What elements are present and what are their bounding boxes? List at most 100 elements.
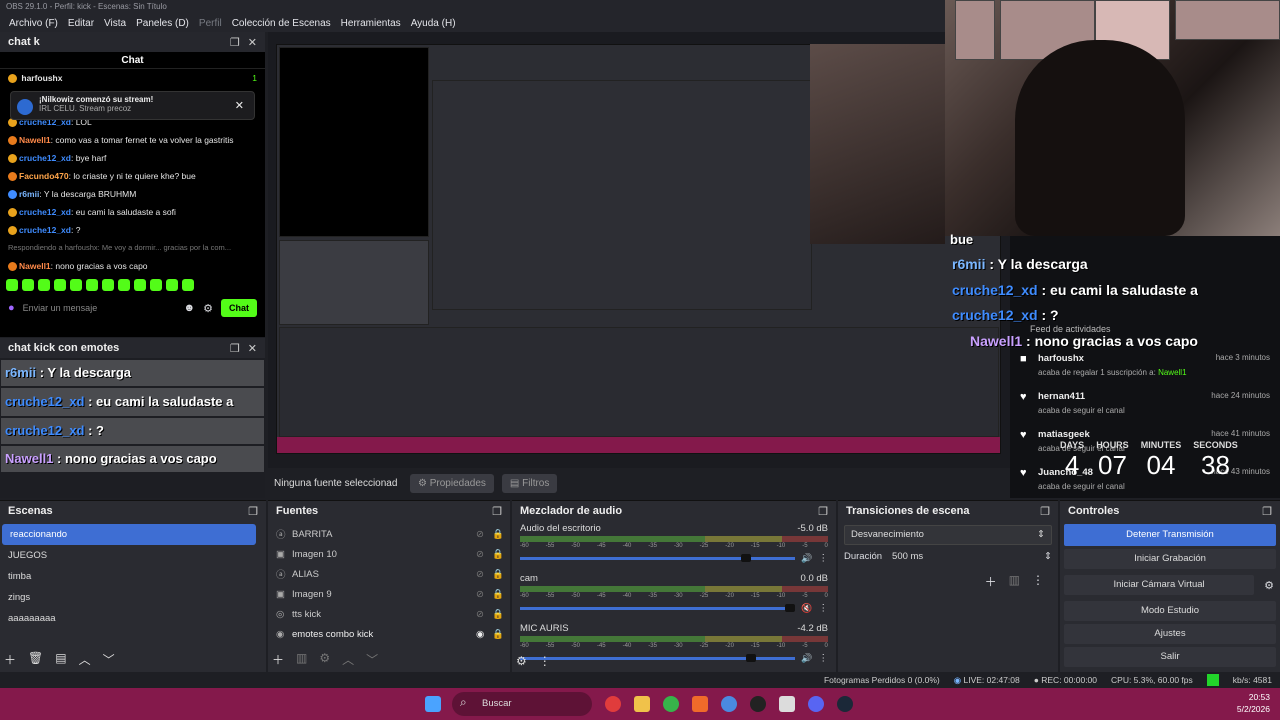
- menu-paneles[interactable]: Paneles (D): [131, 18, 194, 29]
- emote-icon[interactable]: [102, 279, 114, 291]
- system-clock[interactable]: 20:53 5/2/2026: [1237, 691, 1270, 715]
- eye-hidden-icon[interactable]: ⊘: [476, 569, 492, 580]
- chat-user[interactable]: r6mii: [19, 189, 39, 199]
- source-item[interactable]: ◉ emotes combo kick ◉ 🔒: [268, 624, 510, 644]
- undock-icon[interactable]: ❐: [1262, 505, 1272, 518]
- close-icon[interactable]: ✕: [248, 36, 257, 49]
- eye-hidden-icon[interactable]: ⊘: [476, 529, 492, 540]
- spin-icon[interactable]: ⇕: [1044, 551, 1052, 562]
- volume-knob[interactable]: [746, 653, 757, 662]
- mic-icon[interactable]: ●: [8, 302, 15, 314]
- chevron-up-icon[interactable]: ︿: [79, 651, 91, 668]
- volume-knob[interactable]: [740, 553, 751, 562]
- emote-icon[interactable]: [22, 279, 34, 291]
- emote-icon[interactable]: [86, 279, 98, 291]
- eye-hidden-icon[interactable]: ⊘: [476, 609, 492, 620]
- close-icon[interactable]: ✕: [248, 342, 257, 355]
- emote-icon[interactable]: [54, 279, 66, 291]
- undock-icon[interactable]: ❐: [248, 505, 258, 518]
- emote-icon[interactable]: [182, 279, 194, 291]
- menu-perfil[interactable]: Perfil: [194, 18, 227, 29]
- steam-icon[interactable]: [837, 696, 853, 712]
- filters-button[interactable]: ▤ Filtros: [501, 473, 558, 493]
- volume-slider[interactable]: [520, 653, 796, 662]
- undock-icon[interactable]: ❐: [1040, 505, 1050, 518]
- emote-icon[interactable]: [38, 279, 50, 291]
- trash-icon[interactable]: ▥: [296, 651, 307, 668]
- folder-icon[interactable]: [634, 696, 650, 712]
- brave-icon[interactable]: [692, 696, 708, 712]
- muted-speaker-icon[interactable]: 🔇: [801, 603, 812, 614]
- notepad-icon[interactable]: [779, 696, 795, 712]
- opera-icon[interactable]: [605, 696, 621, 712]
- lock-icon[interactable]: 🔒: [492, 589, 504, 600]
- chat-user[interactable]: cruche12_xd: [19, 153, 71, 163]
- virtual-camera-button[interactable]: Iniciar Cámara Virtual: [1064, 575, 1255, 595]
- lock-icon[interactable]: 🔒: [492, 629, 504, 640]
- studio-mode-button[interactable]: Modo Estudio: [1064, 601, 1276, 621]
- send-chat-button[interactable]: Chat: [221, 299, 257, 317]
- settings-button[interactable]: Ajustes: [1064, 624, 1276, 644]
- speaker-icon[interactable]: 🔊: [801, 653, 812, 664]
- taskbar-search[interactable]: Buscar: [452, 692, 592, 716]
- scene-item[interactable]: timba: [0, 566, 266, 587]
- volume-slider[interactable]: [520, 553, 796, 562]
- more-icon[interactable]: ⋮: [539, 654, 551, 668]
- trash-icon[interactable]: 🗑: [28, 651, 43, 668]
- menu-archivo[interactable]: Archivo (F): [4, 18, 63, 29]
- close-icon[interactable]: ✕: [235, 99, 244, 112]
- eye-icon[interactable]: ◉: [476, 629, 492, 640]
- source-item[interactable]: ⓐ ALIAS ⊘ 🔒: [268, 564, 510, 584]
- menu-herramientas[interactable]: Herramientas: [336, 18, 406, 29]
- filter-icon[interactable]: ▤: [55, 651, 66, 668]
- eye-hidden-icon[interactable]: ⊘: [476, 589, 492, 600]
- trash-icon[interactable]: ▥: [1009, 573, 1020, 590]
- app-icon[interactable]: [721, 696, 737, 712]
- undock-icon[interactable]: ❐: [492, 505, 502, 518]
- lock-icon[interactable]: 🔒: [492, 569, 504, 580]
- menu-editar[interactable]: Editar: [63, 18, 99, 29]
- lock-icon[interactable]: 🔒: [492, 529, 504, 540]
- transition-select[interactable]: Desvanecimiento ⇕: [844, 525, 1052, 545]
- undock-icon[interactable]: ❐: [230, 342, 240, 355]
- emote-icon[interactable]: [6, 279, 18, 291]
- start-recording-button[interactable]: Iniciar Grabación: [1064, 549, 1276, 569]
- stop-stream-button[interactable]: Detener Transmisión: [1064, 524, 1276, 546]
- chevron-down-icon[interactable]: ﹀: [103, 651, 115, 668]
- gear-icon[interactable]: ⚙: [516, 654, 527, 668]
- source-item[interactable]: ▣ Imagen 9 ⊘ 🔒: [268, 584, 510, 604]
- more-icon[interactable]: ⋮: [819, 603, 829, 614]
- undock-icon[interactable]: ❐: [230, 36, 240, 49]
- undock-icon[interactable]: ❐: [818, 505, 828, 518]
- source-item[interactable]: ⓐ BARRITA ⊘ 🔒: [268, 524, 510, 544]
- menu-ayuda[interactable]: Ayuda (H): [406, 18, 461, 29]
- emote-icon[interactable]: [166, 279, 178, 291]
- duration-input[interactable]: 500 ms: [892, 551, 1034, 562]
- emoji-icon[interactable]: ☻: [184, 302, 196, 314]
- properties-button[interactable]: ⚙ Propiedades: [410, 473, 494, 493]
- chat-user[interactable]: cruche12_xd: [19, 225, 71, 235]
- menu-vista[interactable]: Vista: [99, 18, 131, 29]
- chat-user[interactable]: cruche12_xd: [19, 207, 71, 217]
- emote-icon[interactable]: [134, 279, 146, 291]
- add-icon[interactable]: ＋: [272, 651, 284, 668]
- volume-knob[interactable]: [784, 603, 795, 612]
- settings-icon[interactable]: ⚙: [203, 302, 213, 315]
- more-icon[interactable]: ⋮: [1032, 573, 1044, 590]
- emote-icon[interactable]: [70, 279, 82, 291]
- scene-item[interactable]: reaccionando: [2, 524, 256, 545]
- volume-slider[interactable]: [520, 603, 796, 612]
- windows-start-icon[interactable]: [425, 696, 441, 712]
- chat-user[interactable]: Facundo470: [19, 171, 69, 181]
- discord-icon[interactable]: [808, 696, 824, 712]
- source-item[interactable]: ▣ Imagen 10 ⊘ 🔒: [268, 544, 510, 564]
- lock-icon[interactable]: 🔒: [492, 549, 504, 560]
- scene-item[interactable]: JUEGOS: [0, 545, 266, 566]
- chevron-down-icon[interactable]: ﹀: [366, 651, 378, 668]
- menu-coleccion[interactable]: Colección de Escenas: [227, 18, 336, 29]
- scene-item[interactable]: zings: [0, 587, 266, 608]
- lock-icon[interactable]: 🔒: [492, 609, 504, 620]
- source-item[interactable]: ◎ tts kick ⊘ 🔒: [268, 604, 510, 624]
- more-icon[interactable]: ⋮: [819, 653, 829, 664]
- speaker-icon[interactable]: 🔊: [801, 553, 812, 564]
